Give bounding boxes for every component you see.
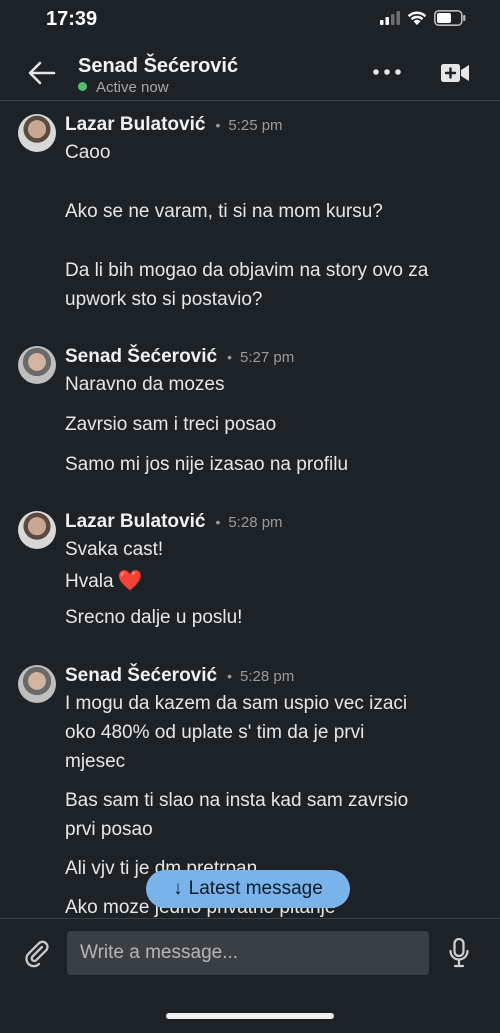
message-text: Da li bih mogao da objavim na story ovo … (65, 260, 429, 281)
time-separator: • (215, 117, 221, 133)
sender-name[interactable]: Senad Šećerović (65, 346, 217, 367)
wifi-icon (407, 11, 427, 25)
sender-name[interactable]: Lazar Bulatović (65, 114, 205, 135)
message-text: Samo mi jos nije izasao na profilu (65, 454, 349, 475)
arrow-down-icon: ↓ (173, 878, 183, 899)
latest-message-label: Latest message (188, 878, 323, 899)
message-header: Lazar Bulatović • 5:25 pm (65, 114, 283, 136)
message-text: Svaka cast! (65, 539, 164, 560)
message-header: Senad Šećerović • 5:28 pm (65, 665, 294, 687)
arrow-left-icon[interactable] (22, 58, 62, 88)
message-text: Hvala ❤️ (65, 568, 142, 593)
more-dots-icon[interactable] (372, 64, 402, 80)
time-separator: • (215, 514, 221, 530)
message-text: Srecno dalje u poslu! (65, 607, 243, 628)
message-text: Bas sam ti slao na insta kad sam zavrsio (65, 790, 409, 811)
message-text: Naravno da mozes (65, 374, 225, 395)
avatar[interactable] (18, 346, 56, 384)
presence-status: Active now (78, 79, 169, 96)
time-separator: • (227, 349, 232, 365)
message-text-content: Hvala (65, 571, 114, 592)
message-header: Senad Šećerović • 5:27 pm (65, 346, 294, 368)
message-text: oko 480% od uplate s' tim da je prvi (65, 722, 365, 743)
status-time: 17:39 (46, 8, 98, 30)
avatar[interactable] (18, 665, 56, 703)
video-call-icon[interactable] (440, 62, 470, 84)
status-bar: 17:39 (0, 0, 500, 40)
cellular-signal-icon (380, 11, 400, 25)
message-text: Zavrsio sam i treci posao (65, 414, 277, 435)
conversation-header: Senad Šećerović Active now (0, 44, 500, 100)
latest-message-button[interactable]: ↓ Latest message (146, 870, 350, 908)
message-time: 5:25 pm (228, 117, 283, 134)
avatar[interactable] (18, 114, 56, 152)
time-separator: • (227, 668, 232, 684)
heart-emoji-icon: ❤️ (117, 570, 143, 592)
paperclip-icon[interactable] (22, 938, 52, 968)
message-time: 5:28 pm (228, 514, 283, 531)
online-dot-icon (78, 82, 87, 91)
message-text: prvi posao (65, 819, 153, 840)
sender-name[interactable]: Lazar Bulatović (65, 511, 205, 532)
message-text: mjesec (65, 751, 126, 772)
message-list[interactable]: Lazar Bulatović • 5:25 pm Caoo Ako se ne v… (0, 101, 500, 918)
battery-icon (434, 10, 466, 26)
home-indicator[interactable] (166, 1013, 334, 1019)
message-input[interactable] (67, 931, 429, 975)
microphone-icon[interactable] (448, 938, 470, 968)
presence-label: Active now (96, 79, 169, 96)
message-text: I mogu da kazem da sam uspio vec izaci (65, 693, 408, 714)
message-header: Lazar Bulatović • 5:28 pm (65, 511, 283, 533)
message-text: upwork sto si postavio? (65, 289, 263, 310)
contact-name[interactable]: Senad Šećerović (78, 55, 238, 78)
composer-divider (0, 918, 500, 919)
message-time: 5:27 pm (240, 349, 295, 366)
message-text: Caoo (65, 142, 111, 163)
sender-name[interactable]: Senad Šećerović (65, 665, 217, 686)
message-time: 5:28 pm (240, 668, 295, 685)
avatar[interactable] (18, 511, 56, 549)
message-text: Ako se ne varam, ti si na mom kursu? (65, 201, 383, 222)
